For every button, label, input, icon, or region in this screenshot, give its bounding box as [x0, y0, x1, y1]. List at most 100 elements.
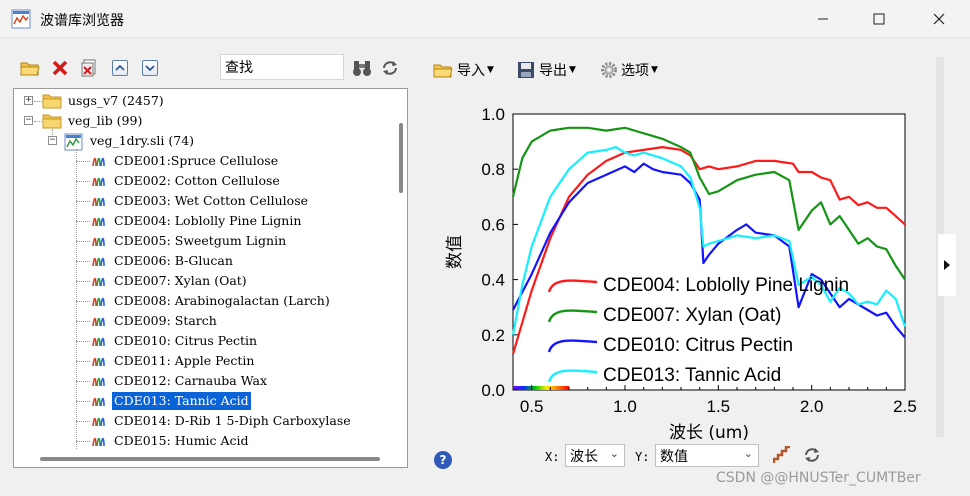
- close-button[interactable]: [924, 6, 954, 32]
- tree-item-spectrum[interactable]: CDE009: Starch: [14, 311, 394, 331]
- spectrum-icon: [92, 294, 106, 308]
- tree-item-label: CDE001:Spruce Cellulose: [114, 153, 279, 168]
- tree-item-label: CDE008: Arabinogalactan (Larch): [114, 293, 330, 308]
- tree-item-label: CDE009: Starch: [114, 313, 217, 328]
- x-tick-label: 0.5: [520, 397, 544, 416]
- tree-item-spectrum[interactable]: CDE006: B-Glucan: [14, 251, 394, 271]
- y-axis-select-label: Y:: [635, 450, 650, 464]
- legend-label: CDE004: Loblolly Pine Lignin: [603, 275, 849, 296]
- y-axis-select[interactable]: 数值 ⌄: [655, 444, 759, 467]
- x-tick-label: 1.5: [707, 397, 731, 416]
- legend-label: CDE007: Xylan (Oat): [603, 305, 781, 326]
- export-label: 导出: [539, 63, 567, 79]
- tree-item-spectrum[interactable]: CDE002: Cotton Cellulose: [14, 171, 394, 191]
- tree-node-veg-1dry-sli[interactable]: − veg_1dry.sli (74): [14, 131, 394, 151]
- dropdown-caret-icon: ▼: [651, 65, 658, 75]
- gear-icon: [601, 62, 617, 78]
- move-up-icon[interactable]: [110, 58, 130, 78]
- tree-item-label: CDE007: Xylan (Oat): [114, 273, 247, 288]
- tree-item-label: CDE005: Sweetgum Lignin: [114, 233, 287, 248]
- tree-item-label: CDE004: Loblolly Pine Lignin: [114, 213, 302, 228]
- import-folder-icon: [433, 64, 453, 78]
- tree-item-spectrum[interactable]: CDE001:Spruce Cellulose: [14, 151, 394, 171]
- tree-vertical-scrollbar[interactable]: [399, 123, 403, 193]
- y-tick-label: 0.8: [481, 160, 505, 179]
- tree-node-label: usgs_v7 (2457): [68, 93, 164, 108]
- minimize-button[interactable]: [808, 6, 838, 32]
- spectrum-icon: [92, 194, 106, 208]
- binoculars-icon[interactable]: [352, 58, 372, 78]
- help-icon[interactable]: ?: [434, 451, 452, 469]
- spectral-library-app-icon: [11, 9, 31, 29]
- tree-item-spectrum[interactable]: CDE014: D-Rib 1 5-Diph Carboxylase: [14, 411, 394, 431]
- spectrum-icon: [92, 234, 106, 248]
- x-tick-label: 2.5: [893, 397, 917, 416]
- tree-item-spectrum[interactable]: CDE015: Humic Acid: [14, 431, 394, 451]
- tree-node-veg-lib[interactable]: − veg_lib (99): [14, 111, 394, 131]
- x-axis-select-label: X:: [545, 450, 560, 464]
- tree-item-spectrum[interactable]: CDE007: Xylan (Oat): [14, 271, 394, 291]
- collapse-node-icon[interactable]: −: [48, 136, 57, 145]
- chevron-down-icon: ⌄: [609, 447, 619, 460]
- options-label: 选项: [621, 63, 649, 79]
- close-icon: [933, 13, 945, 25]
- tree-item-spectrum[interactable]: CDE011: Apple Pectin: [14, 351, 394, 371]
- tree-horizontal-scrollbar[interactable]: [40, 457, 380, 461]
- tree-item-spectrum[interactable]: CDE010: Citrus Pectin: [14, 331, 394, 351]
- open-folder-icon[interactable]: [20, 58, 40, 78]
- spectrum-plot[interactable]: 0.5 1.0 1.5 2.0 2.5 0.0 0.2 0.4 0.6 0.8 1.0 波长 (um)…: [430, 96, 930, 446]
- tree-item-label: CDE011: Apple Pectin: [114, 353, 255, 368]
- tree-item-spectrum[interactable]: CDE008: Arabinogalactan (Larch): [14, 291, 394, 311]
- x-axis-select[interactable]: 波长 ⌄: [565, 444, 625, 467]
- save-disk-icon: [518, 62, 534, 78]
- watermark-text: CSDN @@HNUSTer_CUMTBer: [716, 470, 921, 486]
- legend-label: CDE010: Citrus Pectin: [603, 335, 793, 356]
- options-menu-button[interactable]: 选项 ▼: [599, 58, 658, 82]
- visible-spectrum-band: [513, 386, 569, 390]
- tree-item-spectrum[interactable]: CDE012: Carnauba Wax: [14, 371, 394, 391]
- spectrum-icon: [92, 254, 106, 268]
- y-tick-label: 0.2: [481, 326, 505, 345]
- tree-item-spectrum[interactable]: CDE004: Loblolly Pine Lignin: [14, 211, 394, 231]
- spectrum-icon: [92, 314, 106, 328]
- folder-icon: [42, 113, 62, 129]
- delete-icon[interactable]: [50, 58, 70, 78]
- x-axis-label: 波长 (um): [669, 423, 749, 443]
- spectrum-icon: [92, 334, 106, 348]
- tree-item-label: CDE014: D-Rib 1 5-Diph Carboxylase: [114, 413, 351, 428]
- spectrum-icon: [92, 414, 106, 428]
- chevron-down-icon: ⌄: [743, 447, 753, 460]
- minimize-icon: [818, 18, 828, 20]
- spectrum-icon: [92, 214, 106, 228]
- spectrum-icon: [92, 174, 106, 188]
- collapse-panel-button[interactable]: [938, 234, 956, 296]
- expand-node-icon[interactable]: +: [24, 96, 33, 105]
- tree-item-spectrum[interactable]: CDE013: Tannic Acid: [14, 391, 394, 411]
- tree-item-label-selected: CDE013: Tannic Acid: [112, 392, 251, 410]
- tree-item-spectrum[interactable]: CDE003: Wet Cotton Cellulose: [14, 191, 394, 211]
- remove-file-icon[interactable]: [80, 58, 100, 78]
- tree-item-label: CDE003: Wet Cotton Cellulose: [114, 193, 309, 208]
- plot-toolbar: 导入 ▼ 导出 ▼ 选项 ▼: [433, 56, 693, 84]
- folder-icon: [42, 93, 62, 109]
- maximize-button[interactable]: [864, 6, 894, 32]
- tree-item-spectrum[interactable]: CDE005: Sweetgum Lignin: [14, 231, 394, 251]
- move-down-icon[interactable]: [140, 58, 160, 78]
- collapse-node-icon[interactable]: −: [24, 116, 33, 125]
- stair-plot-icon[interactable]: [772, 445, 791, 464]
- spectrum-icon: [92, 274, 106, 288]
- library-tree[interactable]: + usgs_v7 (2457) − veg_lib (99) − veg_1dry.sl…: [13, 88, 408, 468]
- maximize-icon: [873, 13, 885, 25]
- refresh-icon[interactable]: [380, 58, 400, 78]
- export-menu-button[interactable]: 导出 ▼: [517, 58, 576, 82]
- tree-node-usgs-v7[interactable]: + usgs_v7 (2457): [14, 91, 394, 111]
- library-toolbar: [10, 50, 410, 86]
- dropdown-caret-icon: ▼: [569, 65, 576, 75]
- search-input[interactable]: [220, 54, 344, 80]
- tree-item-label: CDE010: Citrus Pectin: [114, 333, 258, 348]
- reset-plot-icon[interactable]: [803, 446, 821, 464]
- x-tick-label: 1.0: [613, 397, 637, 416]
- import-menu-button[interactable]: 导入 ▼: [433, 58, 494, 82]
- tree-item-label: CDE006: B-Glucan: [114, 253, 233, 268]
- y-tick-label: 0.0: [481, 381, 505, 400]
